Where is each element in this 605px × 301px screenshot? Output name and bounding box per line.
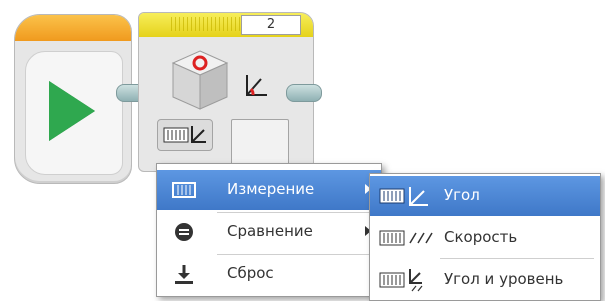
menu-item-compare[interactable]: Сравнение xyxy=(157,212,381,252)
menu-item-label: Сравнение xyxy=(227,222,313,240)
output-connector[interactable] xyxy=(286,84,322,102)
submenu-item-speed[interactable]: Скорость xyxy=(370,218,600,258)
submenu-item-label: Угол xyxy=(444,186,480,204)
submenu-item-label: Угол и уровень xyxy=(444,270,564,288)
menu-item-measure[interactable]: Измерение xyxy=(157,170,381,210)
start-block[interactable] xyxy=(14,14,132,184)
speed-mode-icon xyxy=(379,230,433,246)
measure-icon xyxy=(172,182,196,198)
port-selector[interactable]: 2 xyxy=(241,15,301,35)
measure-submenu: Угол Скорость Угол и уровень xyxy=(369,173,601,301)
submenu-item-label: Скорость xyxy=(444,228,518,246)
angle-mode-icon xyxy=(379,187,428,206)
header-ruler-decoration xyxy=(171,17,241,31)
mode-menu: Измерение Сравнение Сброс xyxy=(156,163,382,297)
angle-rate-mode-icon xyxy=(379,269,423,292)
menu-item-label: Измерение xyxy=(227,180,315,198)
submenu-item-angle-rate[interactable]: Угол и уровень xyxy=(370,260,600,300)
angle-icon xyxy=(246,75,267,96)
reset-icon xyxy=(175,265,193,284)
submenu-divider xyxy=(440,258,594,259)
mode-selector-button[interactable] xyxy=(157,119,213,151)
menu-item-reset[interactable]: Сброс xyxy=(157,254,381,294)
submenu-item-angle[interactable]: Угол xyxy=(370,176,600,216)
menu-item-label: Сброс xyxy=(227,264,274,282)
play-icon[interactable] xyxy=(49,81,95,141)
mode-selector-icon xyxy=(163,126,206,143)
start-block-header xyxy=(15,15,131,41)
compare-icon xyxy=(175,223,193,241)
rotation-sensor-cube-icon xyxy=(171,50,229,110)
